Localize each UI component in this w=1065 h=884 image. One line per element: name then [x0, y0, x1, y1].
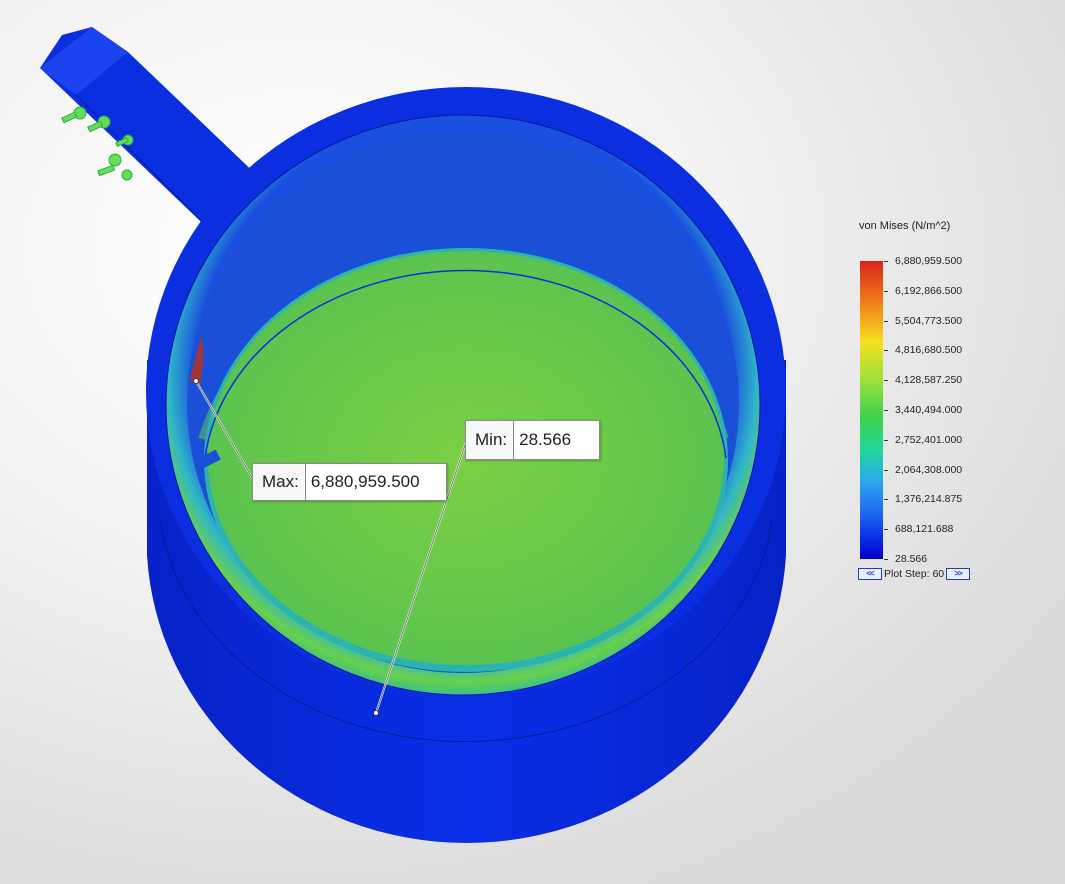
legend-tick-mark: [884, 499, 888, 501]
max-value: 6,880,959.500: [310, 472, 420, 491]
legend-tick-label: 6,192,866.500: [895, 284, 963, 297]
legend-tick-mark: [884, 559, 888, 560]
max-label: Max:: [253, 464, 306, 500]
min-callout[interactable]: Min: 28.566: [465, 420, 600, 460]
mug-bottom: [194, 248, 728, 672]
next-step-button[interactable]: >>: [946, 567, 971, 580]
legend-tick-mark: [884, 529, 888, 531]
legend-title: von Mises (N/m^2): [859, 220, 951, 232]
legend-tick-mark: [884, 261, 888, 262]
legend-tick-label: 6,880,959.500: [895, 255, 963, 267]
legend-tick-label: 28.566: [895, 553, 928, 565]
previous-step-button[interactable]: <<: [858, 567, 882, 580]
legend-tick-mark: [884, 469, 888, 471]
max-callout[interactable]: Max: 6,880,959.500: [252, 463, 447, 501]
legend-tick-mark: [884, 350, 888, 352]
legend-tick-label: 688,121.688: [895, 523, 954, 536]
min-label: Min:: [466, 421, 515, 459]
legend-tick-label: 2,064,308.000: [895, 463, 963, 476]
legend-tick-label: 1,376,214.875: [895, 493, 963, 506]
legend-tick-label: 5,504,773.500: [895, 314, 963, 327]
plot-step-label: Plot Step: 60: [884, 567, 945, 580]
legend-tick-label: 4,128,587.250: [895, 374, 963, 387]
legend-tick-label: 3,440,494.000: [895, 404, 963, 416]
min-value: 28.566: [519, 430, 572, 449]
legend-tick-label: 2,752,401.000: [895, 433, 963, 446]
legend-tick-mark: [884, 320, 888, 322]
legend-tick-mark: [884, 380, 888, 382]
legend-color-bar: [860, 261, 883, 559]
plot-step-control: << Plot Step: 60 >>: [858, 567, 971, 580]
legend-tick-label: 4,816,680.500: [895, 344, 963, 357]
legend-tick-mark: [884, 290, 888, 292]
color-legend[interactable]: von Mises (N/m^2) 6,880,959.500 6,192,866…: [855, 218, 985, 583]
legend-tick-mark: [884, 410, 888, 411]
legend-tick-mark: [884, 439, 888, 441]
